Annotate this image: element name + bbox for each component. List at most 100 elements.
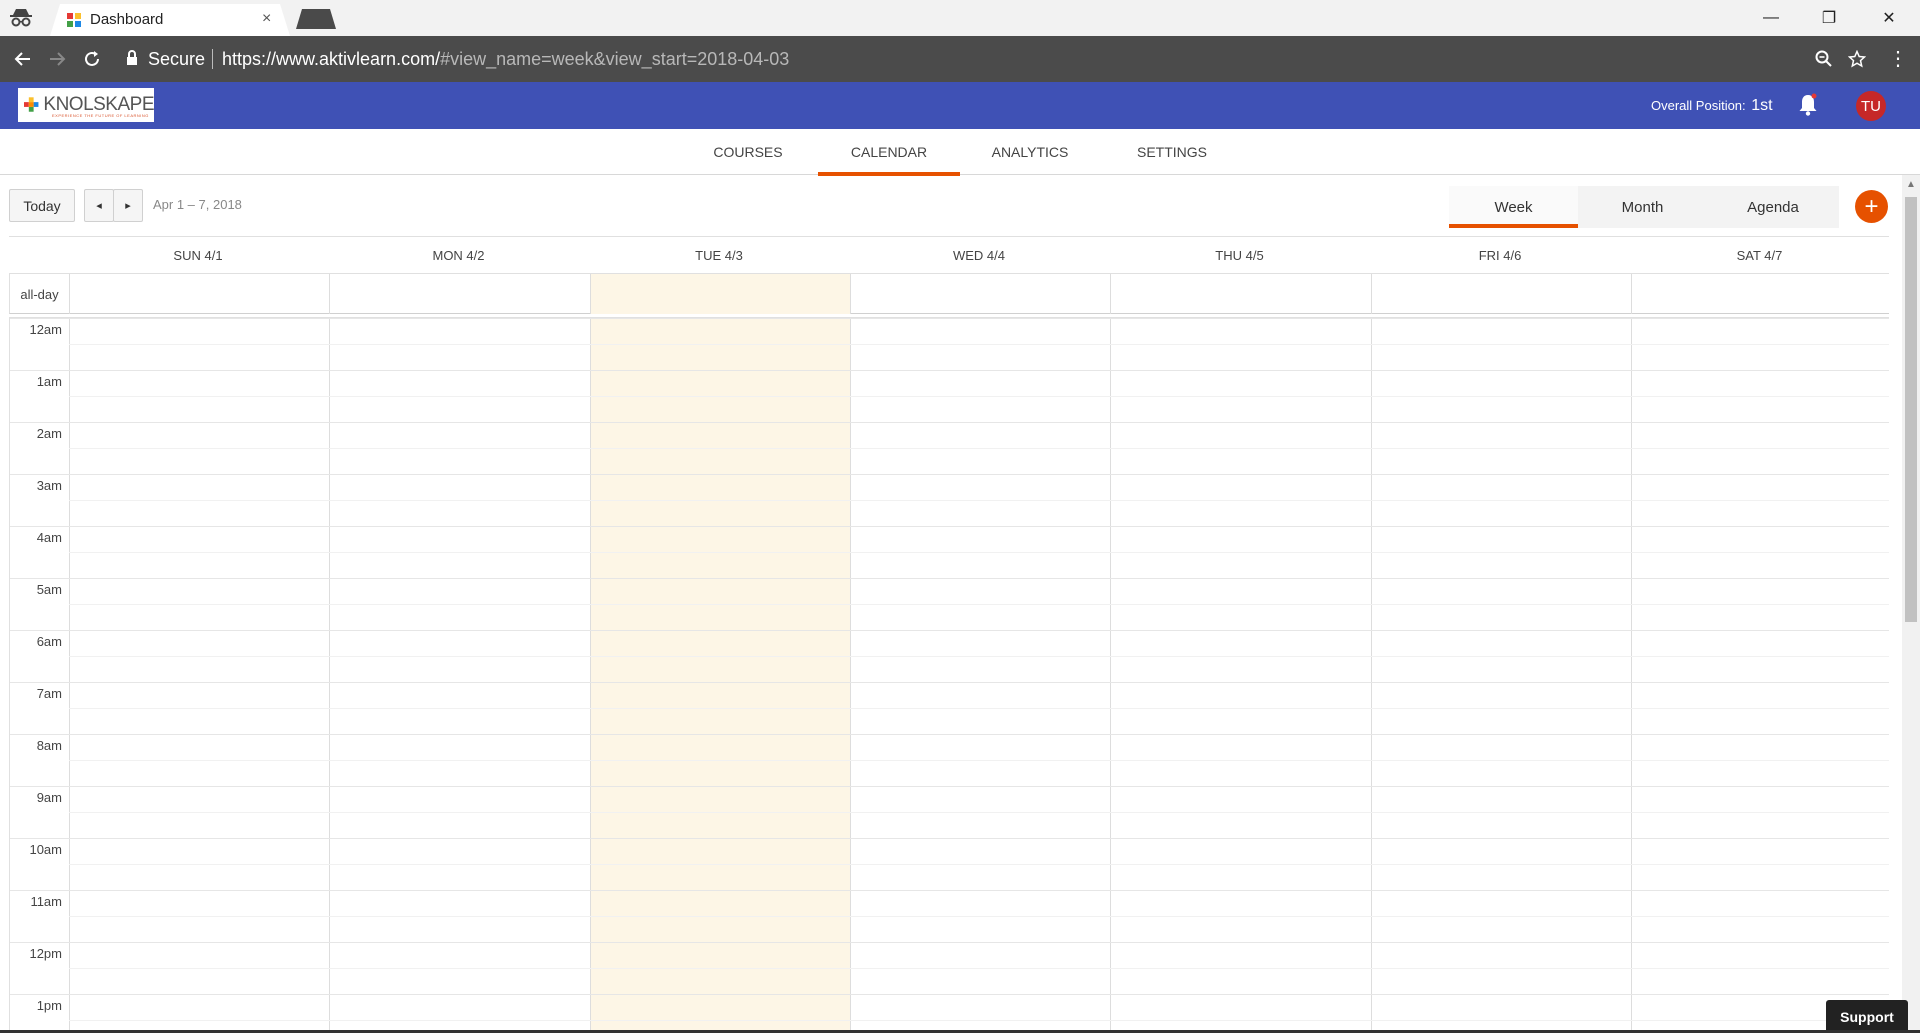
hour-line [10,370,1889,371]
window-close-button[interactable]: ✕ [1866,4,1912,32]
day-header-sun: SUN 4/1 [173,248,223,263]
back-arrow-icon[interactable] [10,46,36,72]
today-highlight-column [590,318,850,1033]
hour-line [10,890,1889,891]
time-label: 11am [30,894,62,909]
day-header-tue: TUE 4/3 [695,248,743,263]
view-switcher: Week Month Agenda [1449,186,1839,228]
time-label: 6am [36,634,62,649]
allday-divider [850,274,851,314]
secure-label: Secure [148,49,206,69]
logo-mark-icon [24,97,39,112]
bookmark-star-icon[interactable] [1846,48,1868,70]
all-day-label: all-day [20,286,59,302]
view-month-tab[interactable]: Month [1578,186,1707,228]
incognito-icon [8,8,34,28]
hour-line [10,838,1889,839]
reload-icon[interactable] [79,46,105,72]
view-agenda-tab[interactable]: Agenda [1707,186,1839,228]
omnibox[interactable]: Secure https://www.aktivlearn.com/#view_… [116,40,1866,78]
day-column-divider [1110,318,1111,1033]
next-week-button[interactable]: ▸ [113,189,143,222]
browser-menu-icon[interactable]: ⋮ [1888,46,1908,72]
hour-line [10,630,1889,631]
day-header-row: SUN 4/1 MON 4/2 TUE 4/3 WED 4/4 THU 4/5 … [9,236,1889,274]
url-text[interactable]: https://www.aktivlearn.com/#view_name=we… [222,49,789,70]
time-label: 8am [36,738,62,753]
day-header-wed: WED 4/4 [952,248,1005,263]
view-week-tab[interactable]: Week [1449,186,1578,228]
window-minimize-button[interactable]: — [1748,4,1794,32]
browser-tab-dashboard[interactable]: Dashboard × [50,4,290,36]
knolskape-logo[interactable]: KNOLSKAPE EXPERIENCE THE FUTURE OF LEARN… [18,88,154,122]
omnibox-separator [212,49,213,69]
day-column-divider [850,318,851,1033]
allday-divider [1371,274,1372,314]
time-label: 2am [36,426,62,441]
add-event-button[interactable]: + [1855,190,1888,223]
time-grid[interactable]: 12am 1am 2am 3am 4am 5am 6am 7am 8am 9am 10am 11am 1… [9,317,1889,1033]
window-restore-button[interactable]: ❐ [1806,4,1852,32]
half-hour-line [69,448,1889,449]
day-column-divider [1631,318,1632,1033]
half-hour-line [69,396,1889,397]
day-column-divider [329,318,330,1033]
time-label: 9am [36,790,62,805]
logo-tagline: EXPERIENCE THE FUTURE OF LEARNING [52,113,149,118]
today-button[interactable]: Today [9,189,75,222]
url-host: https://www.aktivlearn.com/ [222,49,441,69]
prev-week-button[interactable]: ◂ [84,189,114,222]
hour-line [10,942,1889,943]
user-avatar[interactable]: TU [1856,91,1886,121]
half-hour-line [69,604,1889,605]
hour-line [10,474,1889,475]
all-day-row: all-day [9,274,1889,314]
half-hour-line [69,916,1889,917]
nav-analytics[interactable]: ANALYTICS [975,129,1085,175]
forward-arrow-icon[interactable] [44,46,70,72]
day-column-divider [69,318,70,1033]
lock-icon [126,50,138,66]
allday-divider [69,274,70,314]
nav-calendar[interactable]: CALENDAR [818,129,960,176]
nav-settings[interactable]: SETTINGS [1112,129,1232,175]
time-label: 12am [29,322,62,337]
scrollbar-thumb[interactable] [1905,197,1917,622]
time-label: 12pm [29,946,62,961]
hour-line [10,526,1889,527]
half-hour-line [69,708,1889,709]
day-header-mon: MON 4/2 [432,248,485,263]
allday-divider [329,274,330,314]
hour-line [10,682,1889,683]
zoom-icon[interactable] [1813,48,1835,70]
page-scrollbar[interactable]: ▲ [1902,175,1920,1033]
half-hour-line [69,968,1889,969]
hour-line [10,734,1889,735]
overall-position: Overall Position: 1st [1651,97,1773,115]
day-header-sat: SAT 4/7 [1736,248,1783,263]
half-hour-line [69,760,1889,761]
time-label: 1pm [36,998,62,1013]
allday-divider [590,274,591,314]
notification-bell-icon[interactable] [1797,93,1819,117]
half-hour-line [69,344,1889,345]
browser-tab-bar: Dashboard × — ❐ ✕ [0,0,1920,36]
half-hour-line [69,500,1889,501]
day-header-thu: THU 4/5 [1215,248,1264,263]
url-path: #view_name=week&view_start=2018-04-03 [440,49,790,69]
day-header-fri: FRI 4/6 [1478,248,1522,263]
half-hour-line [69,552,1889,553]
half-hour-line [69,812,1889,813]
nav-courses[interactable]: COURSES [694,129,802,175]
tab-close-icon[interactable]: × [262,10,271,28]
support-button[interactable]: Support [1826,1000,1908,1033]
half-hour-line [69,656,1889,657]
scroll-up-arrow-icon[interactable]: ▲ [1906,179,1916,190]
day-column-divider [1371,318,1372,1033]
new-tab-button[interactable] [296,9,336,29]
half-hour-line [69,1020,1889,1021]
week-calendar: SUN 4/1 MON 4/2 TUE 4/3 WED 4/4 THU 4/5 … [9,236,1889,1033]
position-label: Overall Position: [1651,98,1746,113]
app-header: KNOLSKAPE EXPERIENCE THE FUTURE OF LEARN… [0,82,1920,129]
hour-line [10,786,1889,787]
